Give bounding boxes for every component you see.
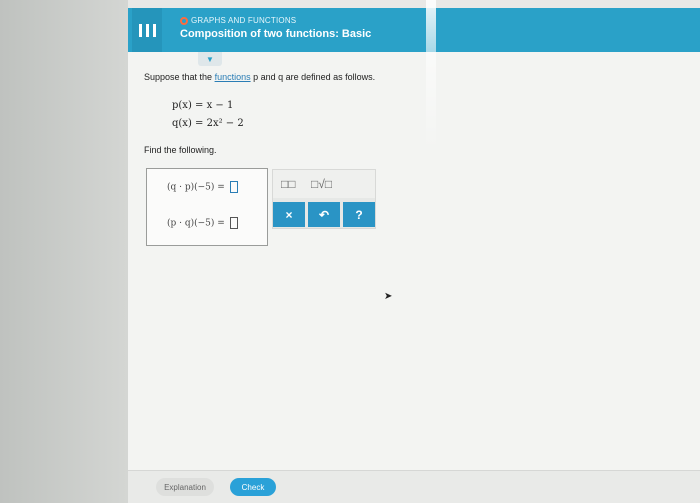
undo-button[interactable]: ↶ <box>308 202 340 227</box>
equation-q: q(x) = 2x² − 2 <box>172 118 244 129</box>
answer-row-1: (q · p)(−5) = <box>167 181 238 193</box>
math-palette: □□ □√□ × ↶ ? <box>272 169 376 229</box>
palette-templates: □□ □√□ <box>273 170 375 198</box>
sqrt-template-button[interactable]: □√□ <box>311 177 332 191</box>
chevron-down-icon: ▼ <box>206 54 214 64</box>
mouse-cursor-icon: ➤ <box>384 291 393 302</box>
superscript-template-button[interactable]: □□ <box>281 177 296 191</box>
find-instruction: Find the following. <box>144 145 217 155</box>
footer-bar: Explanation Check <box>128 470 700 503</box>
problem-prompt: Suppose that the functions p and q are d… <box>144 72 376 82</box>
answer-input-2[interactable] <box>229 217 238 229</box>
browser-strip <box>128 0 700 8</box>
left-bezel <box>0 0 128 503</box>
answer-box: (q · p)(−5) = (p · q)(−5) = <box>146 168 268 246</box>
answer-row-2: (p · q)(−5) = <box>167 217 238 229</box>
lesson-title: Composition of two functions: Basic <box>180 28 372 40</box>
collapse-tab[interactable]: ▼ <box>198 52 222 66</box>
help-button[interactable]: ? <box>343 202 375 227</box>
clear-button[interactable]: × <box>273 202 305 227</box>
functions-link[interactable]: functions <box>215 72 251 82</box>
answer-input-1[interactable] <box>229 181 238 193</box>
lesson-header: GRAPHS AND FUNCTIONS Composition of two … <box>128 8 700 52</box>
topic-dot-icon <box>180 17 188 25</box>
explanation-button[interactable]: Explanation <box>156 478 214 496</box>
equation-p: p(x) = x − 1 <box>172 100 234 111</box>
check-button[interactable]: Check <box>230 478 276 496</box>
screen-glare <box>426 0 436 503</box>
screen: GRAPHS AND FUNCTIONS Composition of two … <box>128 0 700 503</box>
topic-label: GRAPHS AND FUNCTIONS <box>191 16 297 25</box>
menu-icon[interactable] <box>132 8 162 52</box>
